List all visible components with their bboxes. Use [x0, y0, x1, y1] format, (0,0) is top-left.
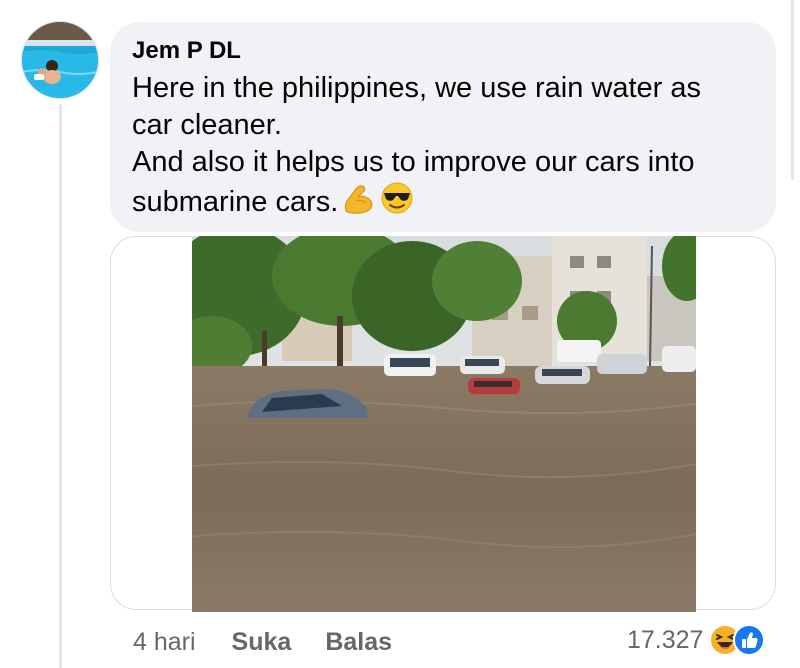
comment-text-line: And also it helps us to improve our cars…	[132, 146, 695, 178]
reply-button[interactable]: Balas	[325, 628, 392, 656]
like-reaction-icon	[733, 624, 766, 656]
comment-author[interactable]: Jem P DL	[132, 36, 754, 66]
smiling-face-with-sunglasses-icon	[380, 181, 414, 225]
comment-text-line: submarine cars.	[132, 186, 339, 218]
flexed-biceps-icon	[342, 181, 376, 225]
comment-text-line-last: submarine cars.	[132, 181, 754, 225]
reaction-count: 17.327	[627, 626, 704, 654]
avatar[interactable]	[22, 22, 98, 98]
scroll-track	[791, 0, 794, 180]
comment-text-line: Here in the philippines, we use rain wat…	[132, 72, 702, 104]
flooded-cars-photo[interactable]	[192, 236, 696, 612]
comment-timestamp[interactable]: 4 hari	[133, 628, 196, 656]
comment-actions: 4 hari Suka Balas	[133, 627, 392, 657]
reaction-summary[interactable]: 17.327	[627, 622, 766, 658]
comment-bubble: Jem P DL Here in the philippines, we use…	[110, 22, 776, 232]
thread-line	[59, 104, 62, 668]
like-button[interactable]: Suka	[232, 628, 292, 656]
comment-text-line: car cleaner.	[132, 109, 282, 141]
